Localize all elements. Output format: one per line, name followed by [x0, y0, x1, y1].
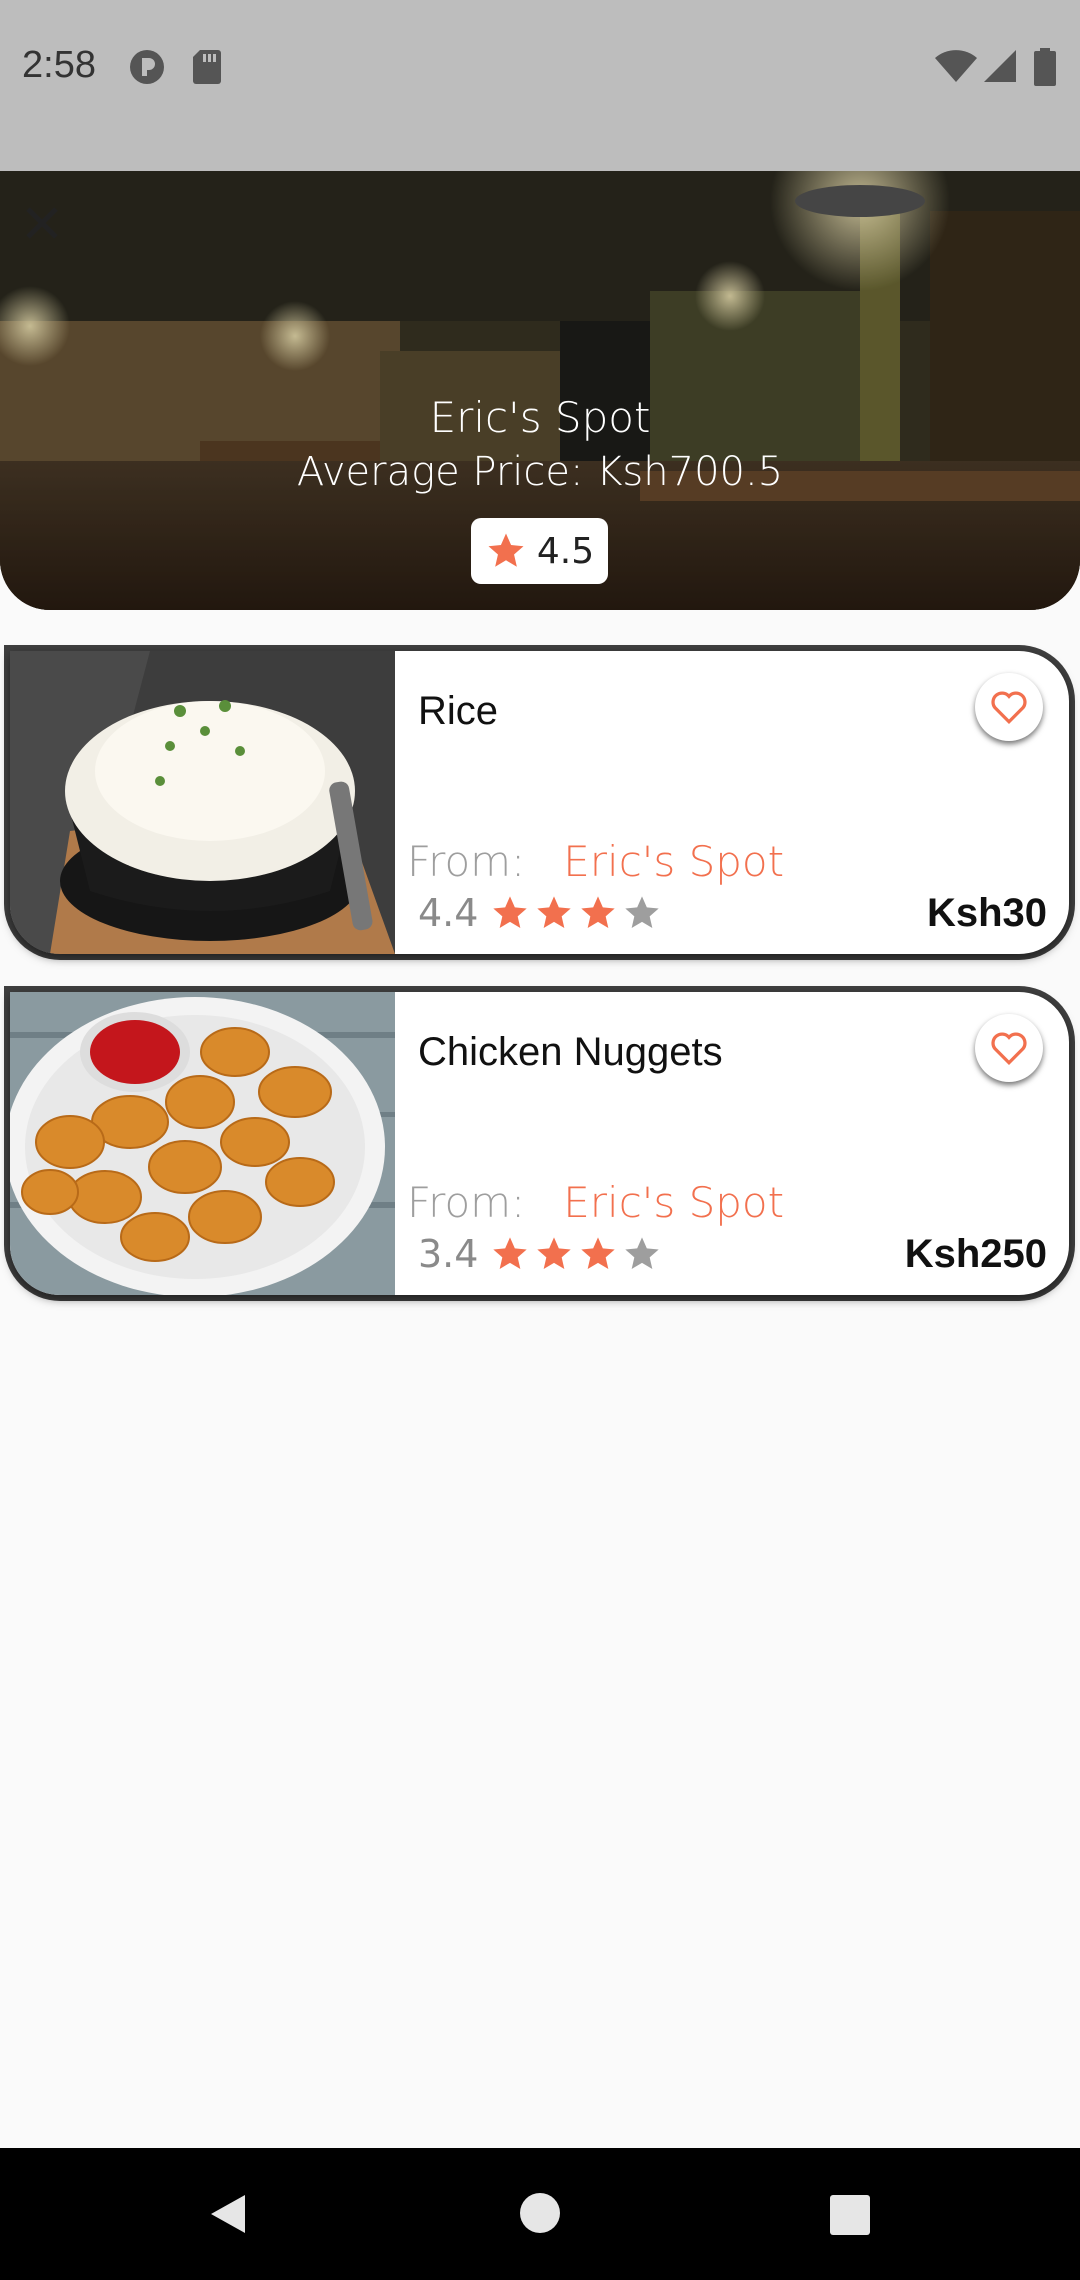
heart-outline-icon — [991, 691, 1027, 725]
from-restaurant-link[interactable]: Eric's Spot — [563, 837, 784, 886]
battery-icon — [1034, 48, 1056, 86]
item-name: Chicken Nuggets — [418, 1030, 723, 1074]
restaurant-header: Eric's Spot Average Price: Ksh700.5 4.5 — [0, 171, 1080, 610]
back-icon[interactable] — [205, 2191, 251, 2237]
star-empty-icon — [625, 1237, 660, 1269]
menu-item-card[interactable]: Rice From: Eric's Spot 4.4 Ksh30 — [10, 651, 1069, 954]
sd-card-icon — [193, 50, 221, 84]
star-filled-icon — [581, 896, 616, 928]
chicken-nuggets-image — [10, 992, 395, 1295]
status-time: 2:58 — [22, 44, 96, 86]
item-rating-value: 4.4 — [418, 891, 479, 935]
star-filled-icon — [581, 1237, 616, 1269]
item-name: Rice — [418, 689, 499, 733]
restaurant-rating-badge: 4.5 — [471, 518, 608, 584]
from-label: From: — [407, 837, 526, 886]
rice-image — [10, 651, 395, 954]
star-icon — [488, 533, 524, 567]
close-icon[interactable] — [20, 201, 64, 245]
item-rating: 3.4 — [418, 1232, 662, 1276]
star-filled-icon — [537, 1237, 572, 1269]
star-filled-icon — [537, 896, 572, 928]
menu-item-card[interactable]: Chicken Nuggets From: Eric's Spot 3.4 Ksh… — [10, 992, 1069, 1295]
system-nav-bar — [0, 2148, 1080, 2280]
item-price: Ksh250 — [904, 1232, 1047, 1276]
heart-outline-icon — [991, 1032, 1027, 1066]
status-bar: 2:58 — [0, 0, 1080, 171]
favorite-button[interactable] — [975, 673, 1043, 741]
signal-icon — [984, 50, 1016, 82]
from-row: From: Eric's Spot — [407, 837, 784, 886]
restaurant-name: Eric's Spot — [429, 393, 651, 442]
home-icon[interactable] — [519, 2192, 561, 2234]
from-label: From: — [407, 1178, 526, 1227]
wifi-icon — [935, 50, 977, 82]
data-saver-icon — [130, 50, 164, 84]
item-rating: 4.4 — [418, 891, 662, 935]
restaurant-rating-value: 4.5 — [536, 530, 595, 572]
average-price: Average Price: Ksh700.5 — [296, 449, 784, 495]
star-filled-icon — [493, 896, 528, 928]
from-restaurant-link[interactable]: Eric's Spot — [563, 1178, 784, 1227]
recents-icon[interactable] — [829, 2194, 871, 2236]
star-empty-icon — [625, 896, 660, 928]
star-filled-icon — [493, 1237, 528, 1269]
from-row: From: Eric's Spot — [407, 1178, 784, 1227]
favorite-button[interactable] — [975, 1014, 1043, 1082]
item-rating-value: 3.4 — [418, 1232, 479, 1276]
item-price: Ksh30 — [926, 891, 1047, 935]
